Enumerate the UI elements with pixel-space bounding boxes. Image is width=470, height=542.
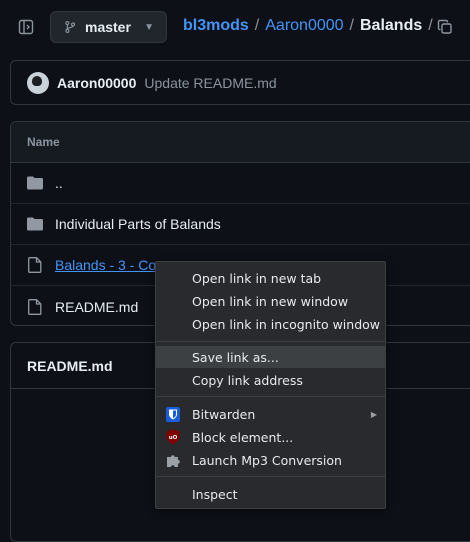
menu-item-open-incognito[interactable]: Open link in incognito window bbox=[156, 313, 385, 335]
name-column-header: Name bbox=[27, 135, 60, 149]
file-row-parent[interactable]: .. bbox=[11, 163, 470, 204]
folder-icon bbox=[27, 216, 43, 232]
menu-item-launch-mp3-conversion[interactable]: Launch Mp3 Conversion bbox=[156, 449, 385, 471]
menu-separator bbox=[156, 396, 385, 397]
menu-separator bbox=[156, 341, 385, 342]
menu-item-label: Bitwarden bbox=[192, 406, 256, 422]
breadcrumb-repo-link[interactable]: bl3mods bbox=[183, 17, 249, 35]
menu-item-label: Launch Mp3 Conversion bbox=[192, 452, 342, 468]
file-icon bbox=[27, 257, 43, 273]
submenu-arrow-icon: ▶ bbox=[370, 409, 377, 419]
sidebar-icon bbox=[18, 19, 34, 35]
commit-author-link[interactable]: Aaron00000 bbox=[57, 75, 136, 91]
file-icon bbox=[27, 298, 43, 315]
menu-item-label: Open link in new window bbox=[192, 293, 349, 309]
menu-item-bitwarden[interactable]: Bitwarden ▶ bbox=[156, 403, 385, 425]
menu-item-block-element[interactable]: uO Block element... bbox=[156, 426, 385, 448]
copy-path-button[interactable] bbox=[432, 14, 458, 40]
file-name[interactable]: .. bbox=[55, 175, 63, 191]
menu-separator bbox=[156, 476, 385, 477]
context-menu: Open link in new tab Open link in new wi… bbox=[155, 261, 386, 509]
breadcrumb-current: Balands bbox=[360, 17, 423, 34]
menu-item-label: Inspect bbox=[192, 486, 238, 502]
commit-message-link[interactable]: Update README.md bbox=[144, 75, 276, 91]
git-branch-icon bbox=[65, 21, 76, 33]
menu-item-inspect[interactable]: Inspect bbox=[156, 483, 385, 505]
breadcrumb-separator: / bbox=[349, 17, 354, 34]
caret-down-icon: ▼ bbox=[144, 21, 154, 33]
menu-item-label: Block element... bbox=[192, 429, 294, 445]
puzzle-piece-icon bbox=[165, 452, 181, 468]
file-name[interactable]: README.md bbox=[55, 299, 138, 315]
file-row-folder[interactable]: Individual Parts of Balands bbox=[11, 204, 470, 245]
menu-item-open-new-tab[interactable]: Open link in new tab bbox=[156, 267, 385, 289]
bitwarden-shield-icon bbox=[165, 406, 181, 422]
menu-item-label: Copy link address bbox=[192, 372, 303, 388]
readme-title[interactable]: README.md bbox=[27, 358, 113, 374]
menu-item-label: Open link in incognito window bbox=[192, 316, 381, 332]
file-name[interactable]: Individual Parts of Balands bbox=[55, 216, 221, 232]
breadcrumb-folder-link[interactable]: Aaron0000 bbox=[265, 17, 343, 35]
menu-item-label: Save link as... bbox=[192, 349, 279, 365]
menu-item-copy-link-address[interactable]: Copy link address bbox=[156, 369, 385, 391]
sidebar-toggle-button[interactable] bbox=[12, 13, 40, 41]
menu-item-open-new-window[interactable]: Open link in new window bbox=[156, 290, 385, 312]
avatar[interactable] bbox=[27, 71, 49, 94]
file-table-header: Name bbox=[11, 122, 470, 163]
branch-selector-button[interactable]: master ▼ bbox=[50, 11, 167, 43]
breadcrumb: bl3mods / Aaron0000 / Balands / bbox=[183, 17, 433, 35]
copy-icon bbox=[437, 19, 452, 34]
folder-icon bbox=[27, 175, 43, 191]
menu-item-save-link-as[interactable]: Save link as... bbox=[156, 346, 385, 368]
menu-item-label: Open link in new tab bbox=[192, 270, 322, 286]
breadcrumb-separator: / bbox=[254, 17, 260, 34]
latest-commit-bar: Aaron00000 Update README.md bbox=[10, 60, 470, 105]
ublock-origin-icon: uO bbox=[165, 429, 181, 445]
branch-name: master bbox=[85, 19, 131, 35]
svg-text:uO: uO bbox=[169, 435, 178, 441]
repo-header: master ▼ bl3mods / Aaron0000 / Balands / bbox=[0, 0, 470, 56]
